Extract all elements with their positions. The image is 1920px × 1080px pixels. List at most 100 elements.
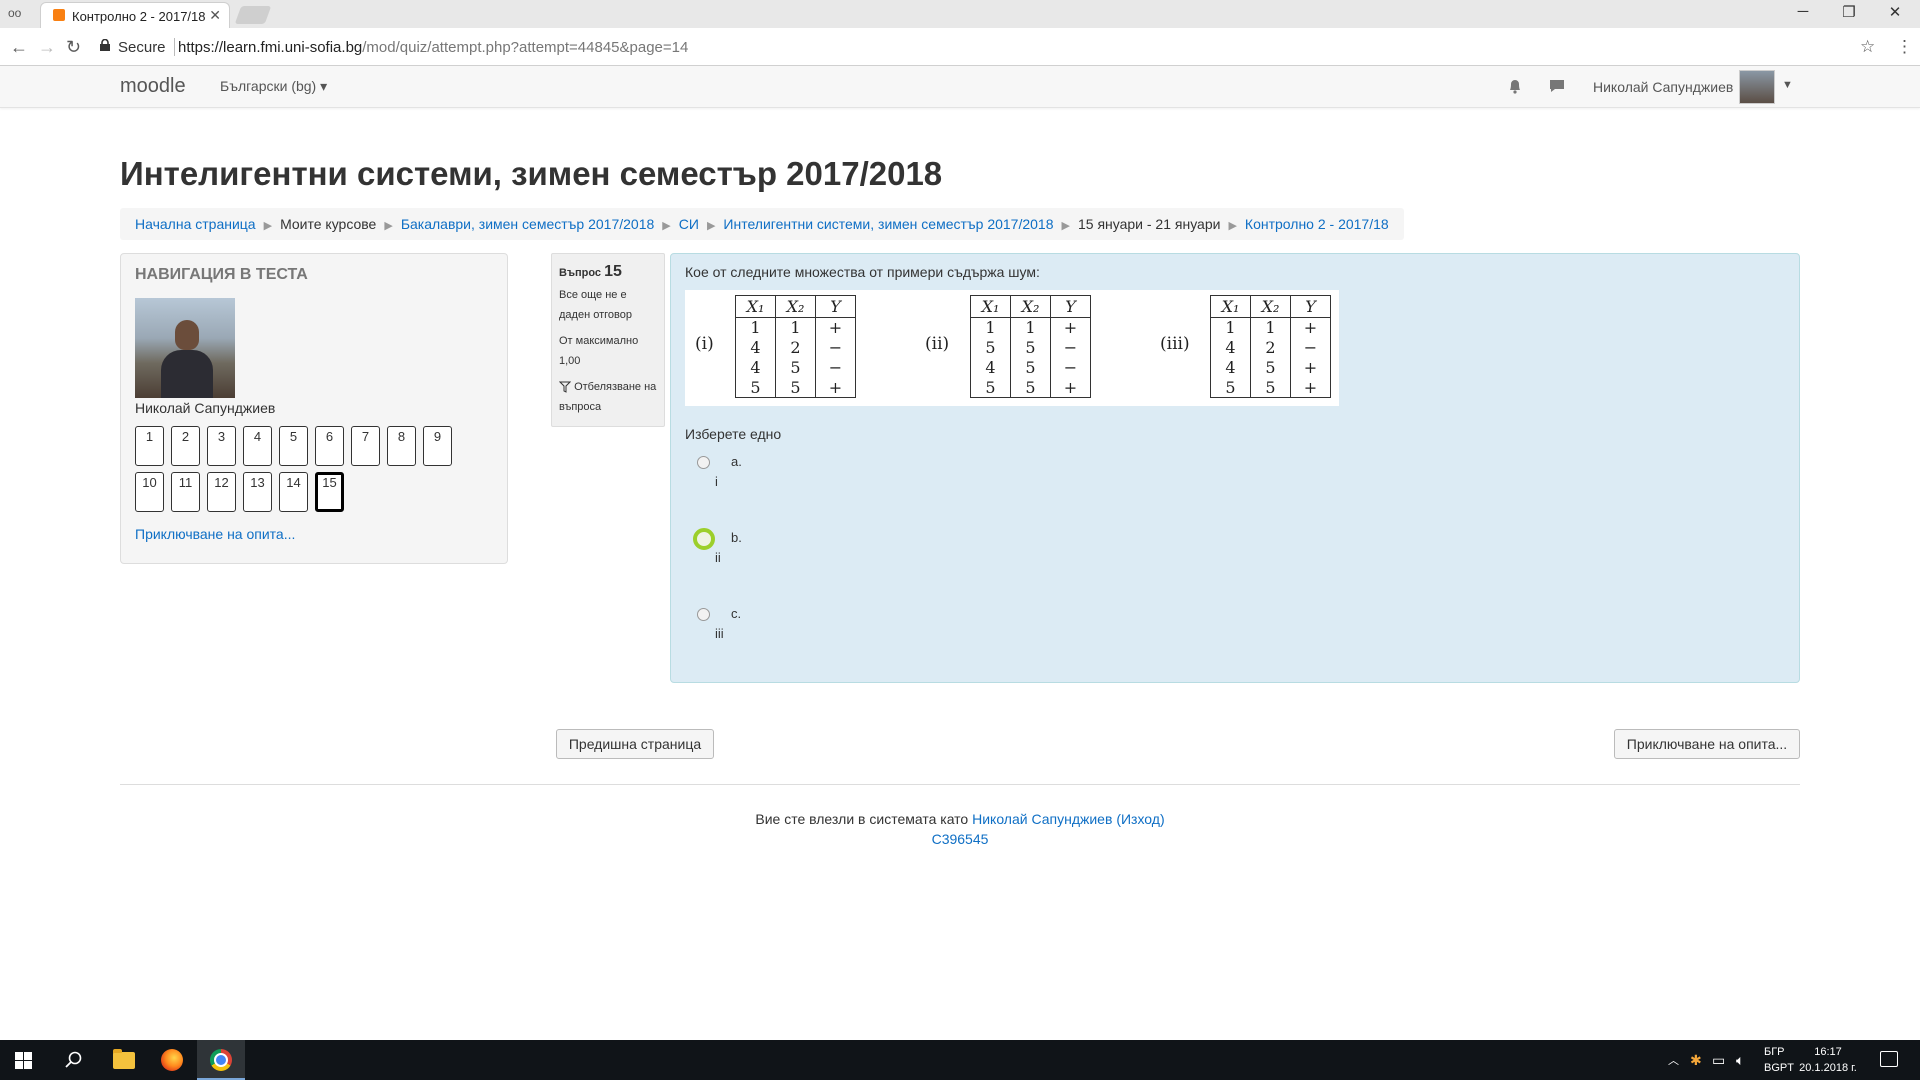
taskbar-chrome-active[interactable] <box>197 1040 245 1080</box>
language-menu[interactable]: Български (bg) ▾ <box>220 78 327 95</box>
volume-icon[interactable]: 🔈︎ <box>1736 1052 1744 1069</box>
tray-app-icon[interactable]: ✱ <box>1690 1052 1702 1069</box>
table-cell: 1 <box>1010 317 1051 338</box>
action-center-icon[interactable] <box>1880 1051 1898 1067</box>
messages-icon[interactable] <box>1548 77 1566 95</box>
question-nav-button[interactable]: 14 <box>279 472 308 512</box>
question-nav-button[interactable]: 13 <box>243 472 272 512</box>
url-text[interactable]: https://learn.fmi.uni-sofia.bg/mod/quiz/… <box>178 39 688 56</box>
question-tables-image: (i) X₁ X₂ Y 1 1 + 4 2− 4 5− 5 5 + (ii) X₁ X₂ Y 1 1 +… <box>685 290 1339 406</box>
table-header: Y <box>1050 295 1091 318</box>
table-cell: − <box>815 357 856 378</box>
browser-titlebar: oo Контролно 2 - 2017/18 ✕ ─ ❐ ✕ <box>0 0 1920 28</box>
question-nav-button[interactable]: 7 <box>351 426 380 466</box>
reload-icon[interactable]: ↻ <box>66 37 81 58</box>
bookmark-star-icon[interactable]: ☆ <box>1860 37 1875 57</box>
answer-radio[interactable] <box>697 608 710 621</box>
footer-divider <box>120 784 1800 785</box>
tab-close-icon[interactable]: ✕ <box>209 7 221 24</box>
question-nav-button[interactable]: 4 <box>243 426 272 466</box>
question-marks: От максимално 1,00 <box>559 335 639 367</box>
select-one-prompt: Изберете едно <box>685 426 782 442</box>
navbar-user-name[interactable]: Николай Сапунджиев <box>1593 79 1733 95</box>
table-cell: 1 <box>1250 317 1291 338</box>
table-cell: 4 <box>735 357 776 378</box>
question-nav-button[interactable]: 11 <box>171 472 200 512</box>
table-cell: 1 <box>775 317 816 338</box>
moodle-navbar: moodle Български (bg) ▾ Николай Сапунджи… <box>0 66 1920 108</box>
minimize-icon[interactable]: ─ <box>1780 3 1826 20</box>
breadcrumb-item[interactable]: Начална страница <box>135 216 256 232</box>
file-explorer-icon[interactable] <box>113 1049 135 1069</box>
question-nav-button[interactable]: 1 <box>135 426 164 466</box>
forward-icon[interactable]: → <box>38 37 56 58</box>
option-letter: a. <box>731 454 742 469</box>
footer-code-link[interactable]: C396545 <box>0 831 1920 847</box>
question-nav-button[interactable]: 3 <box>207 426 236 466</box>
table-cell: 5 <box>1250 377 1291 398</box>
windows-start-icon[interactable] <box>15 1052 32 1069</box>
table-cell: 5 <box>1210 377 1251 398</box>
table-header: X₁ <box>735 295 776 318</box>
question-nav-button[interactable]: 2 <box>171 426 200 466</box>
example-table-ii: X₁ X₂ Y 1 1 + 5 5− 4 5− 5 5 + <box>970 295 1091 398</box>
question-nav-button[interactable]: 8 <box>387 426 416 466</box>
table-header: Y <box>815 295 856 318</box>
breadcrumb-item[interactable]: Бакалаври, зимен семестър 2017/2018 <box>401 216 654 232</box>
table-label: (i) <box>695 334 714 354</box>
finish-attempt-button[interactable]: Приключване на опита... <box>1614 729 1800 759</box>
question-nav-button[interactable]: 6 <box>315 426 344 466</box>
table-cell: + <box>1050 317 1091 338</box>
flag-question[interactable]: Отбелязване на въпроса <box>559 377 657 417</box>
chrome-icon <box>210 1049 232 1071</box>
address-bar[interactable]: Secure https://learn.fmi.uni-sofia.bg/mo… <box>96 33 1876 61</box>
breadcrumb-separator-icon: ▶ <box>1061 220 1070 232</box>
network-icon[interactable]: ▭ <box>1712 1052 1725 1069</box>
question-state: Все още не е даден отговор <box>559 289 632 321</box>
answer-radio[interactable] <box>697 456 710 469</box>
breadcrumb-item[interactable]: Контролно 2 - 2017/18 <box>1245 216 1389 232</box>
previous-page-button[interactable]: Предишна страница <box>556 729 714 759</box>
windows-taskbar: ︿ ✱ ▭ 🔈︎ БГР BGPT 16:17 20.1.2018 г. <box>0 1040 1920 1080</box>
taskbar-clock[interactable]: 16:17 20.1.2018 г. <box>1788 1044 1868 1076</box>
table-cell: 5 <box>775 357 816 378</box>
breadcrumb-item: 15 януари - 21 януари <box>1077 216 1221 232</box>
table-cell: 1 <box>735 317 776 338</box>
notifications-bell-icon[interactable] <box>1506 77 1524 95</box>
question-nav-button-current[interactable]: 15 <box>315 472 344 512</box>
chrome-menu-icon[interactable]: ⋮ <box>1896 37 1913 57</box>
browser-tab[interactable]: Контролно 2 - 2017/18 ✕ <box>40 2 230 28</box>
example-table-iii: X₁ X₂ Y 1 1 + 4 2− 4 5 + 5 5 + <box>1210 295 1331 398</box>
user-menu-caret-icon[interactable]: ▼ <box>1782 79 1793 91</box>
footer-user-link[interactable]: Николай Сапунджиев <box>972 811 1112 827</box>
question-nav-button[interactable]: 9 <box>423 426 452 466</box>
moodle-brand[interactable]: moodle <box>120 75 186 98</box>
quiz-user-name: Николай Сапунджиев <box>135 400 276 416</box>
secure-label: Secure <box>118 39 166 56</box>
close-window-icon[interactable]: ✕ <box>1872 3 1918 21</box>
answer-radio-checked[interactable] <box>693 528 715 550</box>
incognito-icon: oo <box>8 6 22 20</box>
table-cell: + <box>1290 357 1331 378</box>
url-separator <box>174 38 175 56</box>
question-nav-button[interactable]: 10 <box>135 472 164 512</box>
question-nav-button[interactable]: 5 <box>279 426 308 466</box>
firefox-icon[interactable] <box>161 1049 183 1071</box>
table-cell: 5 <box>735 377 776 398</box>
breadcrumb-item[interactable]: Интелигентни системи, зимен семестър 201… <box>723 216 1053 232</box>
breadcrumb-separator-icon: ▶ <box>1228 220 1237 232</box>
breadcrumb-item[interactable]: СИ <box>679 216 699 232</box>
user-photo <box>135 298 235 398</box>
new-tab-button[interactable] <box>234 6 272 24</box>
moodle-favicon-icon <box>53 9 65 21</box>
avatar[interactable] <box>1739 70 1775 104</box>
finish-attempt-link[interactable]: Приключване на опита... <box>135 526 295 542</box>
logged-in-prefix: Вие сте влезли в системата като <box>755 811 969 827</box>
restore-icon[interactable]: ❐ <box>1826 3 1872 21</box>
tray-chevron-icon[interactable]: ︿ <box>1668 1052 1679 1068</box>
back-icon[interactable]: ← <box>10 37 28 58</box>
logout-link[interactable]: (Изход) <box>1116 811 1164 827</box>
table-header: X₁ <box>970 295 1011 318</box>
search-icon[interactable] <box>64 1050 84 1070</box>
question-nav-button[interactable]: 12 <box>207 472 236 512</box>
